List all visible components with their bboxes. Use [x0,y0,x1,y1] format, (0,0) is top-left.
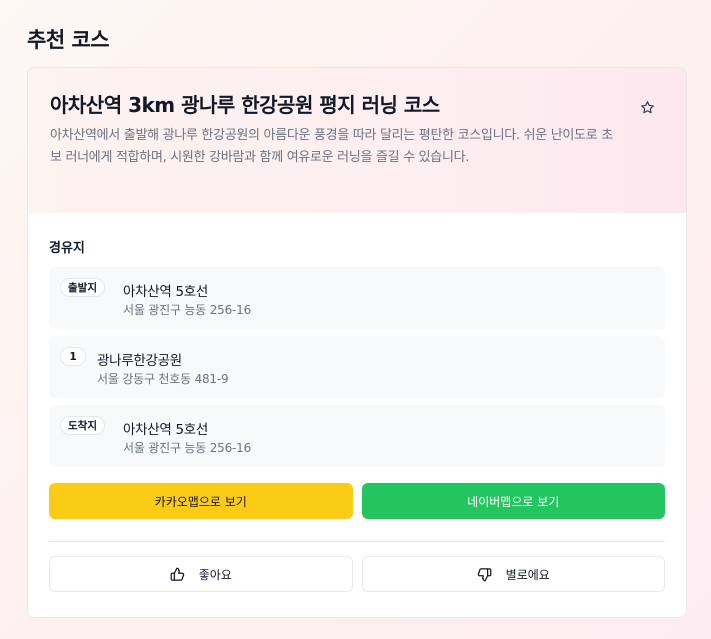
waypoint-address: 서울 광진구 능동 256-16 [123,303,252,317]
waypoint-start: 출발지 아차산역 5호선 서울 광진구 능동 256-16 [49,267,665,329]
waypoint-end: 도착지 아차산역 5호선 서울 광진구 능동 256-16 [49,405,665,467]
section-title: 추천 코스 [27,28,110,52]
waypoint-badge: 출발지 [60,278,105,297]
waypoint-badge: 도착지 [60,416,105,435]
course-header: 아차산역 3km 광나루 한강공원 평지 러닝 코스 아차산역에서 출발해 광나… [28,68,686,213]
waypoints-label: 경유지 [49,241,85,256]
dislike-button[interactable]: 별로에요 [361,556,665,592]
waypoint-badge: 1 [60,347,86,366]
thumbs-down-icon [477,567,492,581]
like-button[interactable]: 좋아요 [49,556,353,592]
waypoint-name: 광나루한강공원 [97,353,182,369]
waypoint-1: 1 광나루한강공원 서울 강동구 천호동 481-9 [49,336,665,398]
dislike-label: 별로에요 [505,567,550,582]
thumbs-up-icon [170,567,184,581]
waypoint-address: 서울 광진구 능동 256-16 [123,441,252,455]
waypoint-address: 서울 강동구 천호동 481-9 [97,372,229,386]
favorite-button[interactable] [638,98,656,116]
course-description: 아차산역에서 출발해 광나루 한강공원의 아름다운 풍경을 따라 달리는 평탄한… [50,128,613,165]
naver-map-button[interactable]: 네이버맵으로 보기 [361,483,665,519]
waypoint-name: 아차산역 5호선 [123,422,209,438]
course-card: 아차산역 3km 광나루 한강공원 평지 러닝 코스 아차산역에서 출발해 광나… [27,67,687,618]
divider [49,541,665,542]
like-label: 좋아요 [198,567,232,582]
waypoint-name: 아차산역 5호선 [123,284,209,300]
kakao-map-button[interactable]: 카카오맵으로 보기 [49,483,353,519]
course-title: 아차산역 3km 광나루 한강공원 평지 러닝 코스 [50,93,440,117]
star-outline-icon [640,100,654,113]
